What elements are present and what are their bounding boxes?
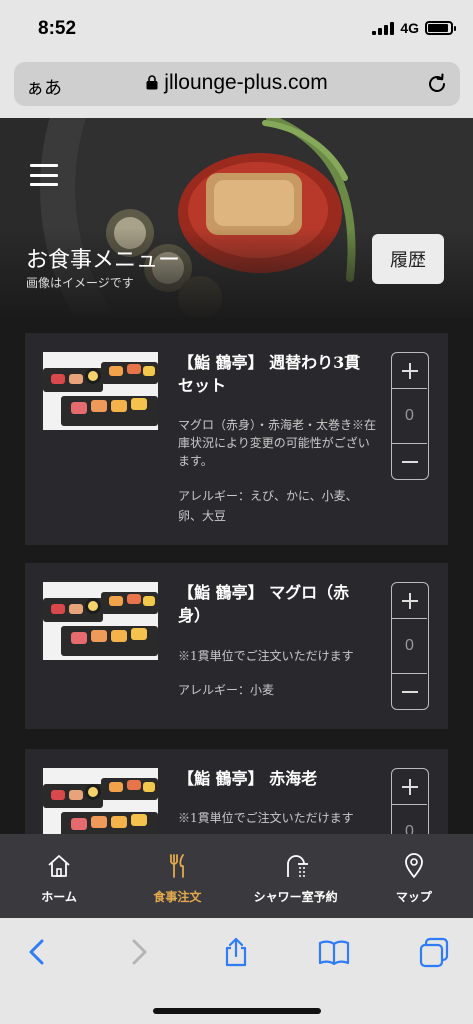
lock-icon [146,75,158,90]
fork-knife-icon [170,854,185,878]
menu-item-name: 【鮨 鶴亭】 週替わり3貫セット [178,353,361,395]
signal-icon [372,21,395,35]
menu-item-name: 【鮨 鶴亭】 赤海老 [178,769,318,788]
sushi-photo [43,582,158,660]
back-icon[interactable] [22,936,54,968]
battery-icon [425,21,456,35]
sushi-photo [43,352,158,430]
url-text: jllounge-plus.com [164,71,328,94]
plus-icon [401,362,418,379]
map-pin-icon [404,853,423,878]
status-time: 8:52 [38,18,77,39]
status-bar: 8:52 4G [0,0,473,58]
nav-item-shower-reservation[interactable]: シャワー室予約 [237,834,355,918]
forward-icon[interactable] [122,936,154,968]
quantity-stepper: 0 [391,352,429,480]
minus-icon [401,690,418,693]
menu-item-description: ※1貫単位でご注文いただけます [178,811,354,825]
nav-label: マップ [395,890,432,904]
reload-icon[interactable] [426,73,448,95]
history-button[interactable]: 履歴 [372,234,444,284]
plus-icon [401,592,418,609]
nav-item-home[interactable]: ホーム [0,834,118,918]
hamburger-menu-button[interactable] [30,164,58,186]
nav-label: 食事注文 [153,890,202,904]
menu-item-card: 【鮨 鶴亭】 週替わり3貫セット マグロ（赤身）・赤海老・太巻き※在庫状況により… [25,333,448,545]
menu-item-description: マグロ（赤身）・赤海老・太巻き※在庫状況により変更の可能性がございます。 [178,418,377,468]
url-display[interactable]: jllounge-plus.com [14,71,460,95]
plus-icon [401,778,418,795]
increase-button[interactable] [392,353,427,389]
page-title: お食事メニュー [26,248,181,273]
minus-icon [401,460,418,463]
status-indicators: 4G [372,20,456,36]
home-icon [48,855,70,877]
menu-item-name: 【鮨 鶴亭】 マグロ（赤身） [178,583,350,625]
image-disclaimer: 画像はイメージです [26,276,134,290]
menu-item-card: 【鮨 鶴亭】 マグロ（赤身） ※1貫単位でご注文いただけます アレルギー：小麦 … [25,563,448,729]
share-icon[interactable] [220,936,252,968]
increase-button[interactable] [392,583,427,619]
menu-item-description: ※1貫単位でご注文いただけます [178,649,354,663]
decrease-button[interactable] [392,673,427,709]
sushi-photo [43,768,158,834]
nav-label: ホーム [41,890,77,904]
quantity-value: 0 [405,636,414,654]
menu-list[interactable]: 【鮨 鶴亭】 週替わり3貫セット マグロ（赤身）・赤海老・太巻き※在庫状況により… [0,318,473,834]
hero-banner: お食事メニュー 画像はイメージです 履歴 [0,118,473,318]
nav-item-food-order[interactable]: 食事注文 [118,834,236,918]
tabs-icon[interactable] [418,936,450,968]
home-indicator [153,1008,321,1014]
quantity-value: 0 [405,822,414,835]
shower-icon [286,855,308,877]
nav-label: シャワー室予約 [253,890,338,904]
network-type: 4G [400,20,419,36]
menu-item-allergy: アレルギー：小麦 [178,683,275,697]
bookmarks-icon[interactable] [318,936,350,968]
nav-item-map[interactable]: マップ [355,834,473,918]
address-bar[interactable]: ぁあ jllounge-plus.com [14,62,460,106]
browser-address-area: ぁあ jllounge-plus.com [0,58,473,118]
menu-item-allergy: アレルギー：えび、かに、小麦、卵、大豆 [178,489,358,523]
quantity-value: 0 [405,406,414,424]
menu-item-card: 【鮨 鶴亭】 赤海老 ※1貫単位でご注文いただけます 0 [25,749,448,834]
quantity-stepper: 0 [391,768,429,834]
quantity-stepper: 0 [391,582,429,710]
bottom-nav: ホーム 食事注文 シャワー室予約 マップ [0,834,473,918]
decrease-button[interactable] [392,443,427,479]
increase-button[interactable] [392,769,427,805]
